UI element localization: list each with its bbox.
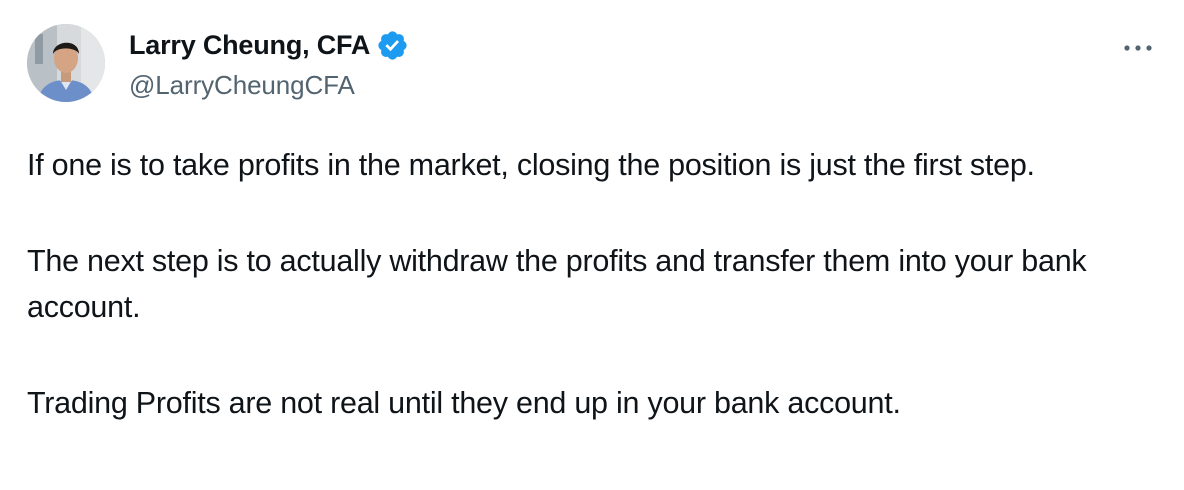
tweet-paragraph: If one is to take profits in the market,… bbox=[27, 148, 1035, 182]
tweet-paragraph: Trading Profits are not real until they … bbox=[27, 386, 901, 420]
more-options-button[interactable] bbox=[1120, 38, 1156, 58]
author-name-row: Larry Cheung, CFA bbox=[129, 28, 409, 62]
tweet-paragraph: The next step is to actually withdraw th… bbox=[27, 244, 1087, 324]
avatar-photo bbox=[27, 24, 105, 102]
author-name[interactable]: Larry Cheung, CFA bbox=[129, 30, 370, 61]
verified-badge-icon[interactable] bbox=[376, 29, 409, 62]
author-handle[interactable]: @LarryCheungCFA bbox=[129, 70, 355, 101]
ellipsis-horizontal-icon bbox=[1124, 45, 1152, 51]
avatar[interactable] bbox=[27, 24, 105, 102]
tweet-card: Larry Cheung, CFA @LarryCheungCFA If one… bbox=[0, 0, 1184, 490]
tweet-text: If one is to take profits in the market,… bbox=[27, 142, 1152, 426]
